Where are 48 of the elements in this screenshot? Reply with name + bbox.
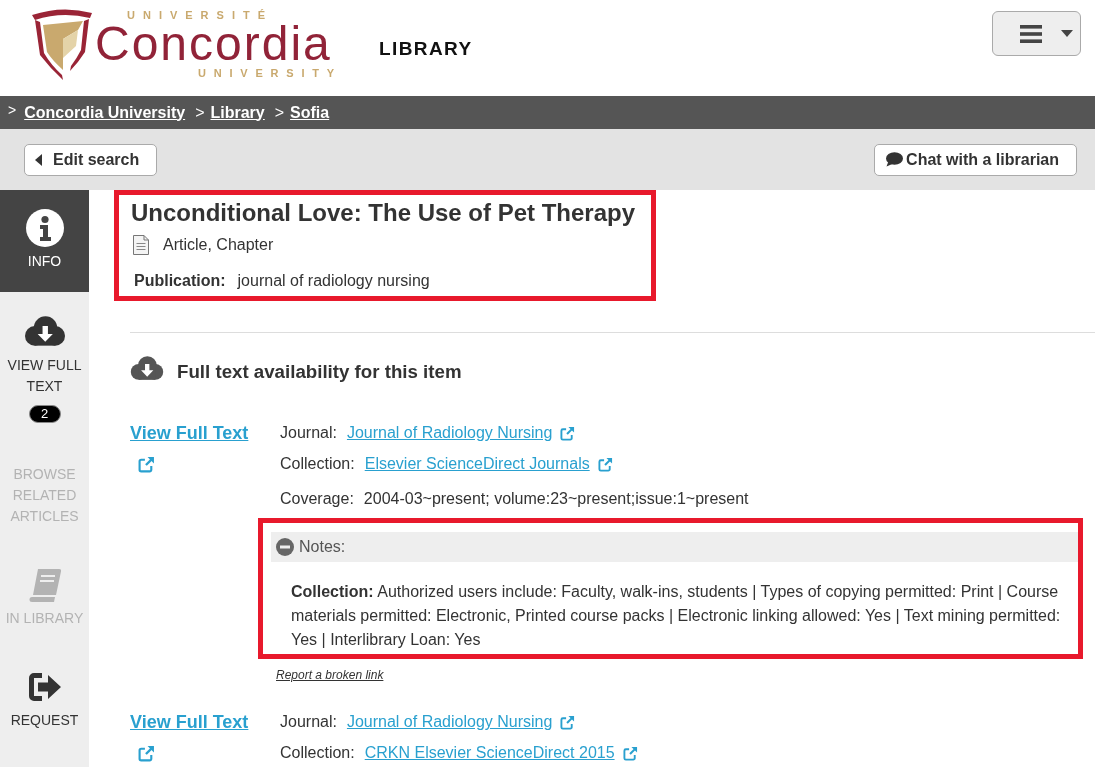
notes-toggle[interactable]: Notes: xyxy=(271,532,1078,562)
cloud-download-icon xyxy=(23,315,66,347)
external-link-icon[interactable] xyxy=(560,714,576,730)
report-link[interactable]: Report a broken link xyxy=(276,667,384,683)
field-label: Collection: xyxy=(280,743,355,763)
section-heading: Full text availability for this item xyxy=(177,360,462,384)
notes-text: Collection: Authorized users include: Faculty, walk-ins, students | Types of copying permitted: Print | Course materials permitted: Electronic, Printed course packs | Electronic linking allowed: Yes | Text mining permitted: Yes | Interlibrary Loan: Yes xyxy=(291,583,1061,648)
record-title: Unconditional Love: The Use of Pet Therapy xyxy=(131,198,636,228)
logo-lower-text: UNIVERSITY xyxy=(198,67,342,79)
field-label: Journal: xyxy=(280,423,337,443)
external-link-icon[interactable] xyxy=(137,745,156,762)
field-label: Coverage: xyxy=(280,489,354,509)
count-badge: 2 xyxy=(28,405,61,423)
cloud-download-icon xyxy=(130,355,164,381)
breadcrumb-separator: > xyxy=(274,102,285,123)
logo-upper-text: UNIVERSITÉ xyxy=(127,9,273,21)
external-link-icon[interactable] xyxy=(137,456,156,473)
external-link-icon[interactable] xyxy=(560,425,576,441)
book-icon xyxy=(26,568,63,604)
sign-out-icon xyxy=(26,670,63,704)
field-label: Journal: xyxy=(280,712,337,732)
external-link-icon[interactable] xyxy=(622,745,638,761)
breadcrumb-separator: > xyxy=(195,102,205,123)
section-title: LIBRARY xyxy=(379,38,473,60)
breadcrumb-link[interactable]: Sofia xyxy=(290,102,330,123)
sidebar-item[interactable]: REQUEST xyxy=(0,649,89,751)
logo-name-text: Concordia xyxy=(95,21,332,67)
field-value: 2004-03~present; volume:23~present;issue:1~present xyxy=(363,489,749,509)
chat-button[interactable]: Chat with a librarian xyxy=(874,143,1077,176)
speech-bubble-icon xyxy=(885,152,904,167)
menu-icon xyxy=(1020,24,1042,43)
shield-logo-icon xyxy=(32,8,92,80)
breadcrumb-link[interactable]: Concordia University xyxy=(24,102,186,123)
publication-label: Publication: xyxy=(134,272,226,289)
breadcrumb-link[interactable]: Library xyxy=(210,102,265,123)
edit-search-button[interactable]: Edit search xyxy=(24,143,158,176)
caret-icon xyxy=(1061,30,1073,37)
info-icon xyxy=(25,209,64,247)
external-link-icon[interactable] xyxy=(597,456,613,472)
document-icon xyxy=(133,235,149,255)
breadcrumb-separator: > xyxy=(8,101,17,120)
field-label: Collection: xyxy=(280,454,355,474)
menu-button[interactable] xyxy=(992,11,1081,56)
caret-left-icon xyxy=(35,153,42,166)
sidebar-item[interactable]: INFO xyxy=(0,190,89,292)
publication-value: journal of radiology nursing xyxy=(237,272,430,289)
record-format: Article, Chapter xyxy=(163,236,274,254)
sidebar-item[interactable]: VIEW FULL TEXT 2 xyxy=(0,292,89,443)
